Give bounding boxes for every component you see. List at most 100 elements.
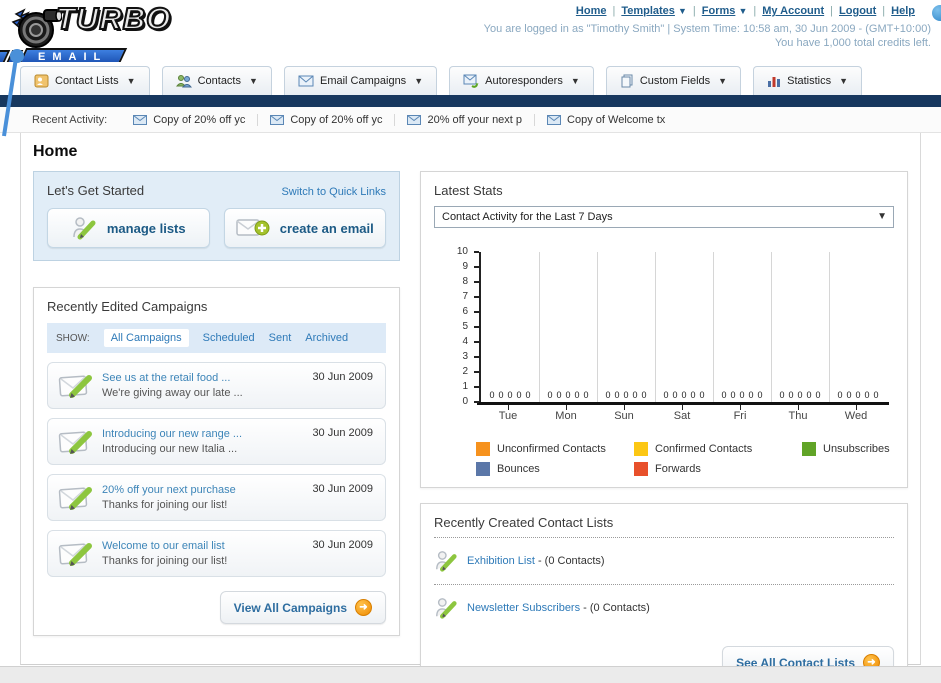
campaign-card[interactable]: 20% off your next purchase Thanks for jo…: [47, 474, 386, 521]
chart-value-label: 0: [498, 390, 504, 400]
login-info: You are logged in as "Timothy Smith" | S…: [484, 22, 931, 50]
tab-autoresponders[interactable]: Autoresponders ▼: [449, 66, 594, 95]
chart-value-label: 0: [641, 390, 647, 400]
campaign-title-link[interactable]: 20% off your next purchase: [102, 483, 236, 498]
campaign-card[interactable]: Welcome to our email list Thanks for joi…: [47, 530, 386, 577]
tab-email-campaigns[interactable]: Email Campaigns ▼: [283, 66, 438, 95]
chart-y-tick-label: 7: [462, 291, 468, 302]
legend-item: Unconfirmed Contacts: [476, 442, 634, 456]
chart-legend: Unconfirmed Contacts Confirmed Contacts Un…: [476, 442, 894, 476]
person-pencil-icon: [436, 598, 457, 619]
tab-contacts[interactable]: Contacts ▼: [161, 66, 272, 95]
chart-value-label: 0: [837, 390, 843, 400]
filter-all-campaigns[interactable]: All Campaigns: [103, 329, 189, 347]
contact-list-link[interactable]: Newsletter Subscribers: [467, 602, 580, 614]
view-all-campaigns-button[interactable]: View All Campaigns ➜: [219, 591, 386, 624]
manage-lists-label: manage lists: [106, 220, 186, 236]
chart-y-tick-mark: [474, 341, 479, 343]
campaign-title-link[interactable]: See us at the retail food ...: [102, 371, 243, 386]
nav-separator: |: [612, 5, 616, 17]
manage-lists-button[interactable]: manage lists: [47, 208, 210, 248]
chart-x-tick-mark: [566, 405, 567, 410]
legend-label: Unconfirmed Contacts: [497, 443, 606, 455]
chart-plot-area: 00000000000000000000000000000000000: [479, 252, 885, 402]
arrow-right-icon: ➜: [355, 599, 372, 616]
tab-label: Autoresponders: [485, 75, 563, 87]
help-bubble-icon[interactable]: [932, 5, 941, 21]
chart-value-group: 00000: [771, 390, 829, 400]
chart-x-tick-mark: [740, 405, 741, 410]
legend-swatch: [476, 462, 490, 476]
recent-activity-item[interactable]: 20% off your next p: [395, 113, 536, 126]
chart-y-tick-mark: [474, 401, 479, 403]
chart-gridline: [829, 252, 830, 402]
envelope-plus-icon: [236, 219, 270, 236]
stats-period-select[interactable]: Contact Activity for the Last 7 Days ▼: [434, 206, 894, 228]
legend-label: Bounces: [497, 463, 540, 475]
recent-activity-text: 20% off your next p: [427, 113, 523, 126]
nav-forms-link[interactable]: Forms: [702, 5, 736, 17]
switch-quick-links[interactable]: Switch to Quick Links: [281, 186, 386, 198]
campaign-subtitle: Thanks for joining our list!: [102, 498, 228, 511]
chart-value-label: 0: [748, 390, 754, 400]
chart-value-label: 0: [806, 390, 812, 400]
campaign-title-link[interactable]: Welcome to our email list: [102, 539, 227, 554]
nav-templates-link[interactable]: Templates: [621, 5, 675, 17]
chevron-down-icon: ▼: [249, 76, 258, 86]
tab-statistics[interactable]: Statistics ▼: [753, 66, 863, 95]
nav-help-link[interactable]: Help: [891, 5, 915, 17]
chart-value-label: 0: [864, 390, 870, 400]
filter-scheduled[interactable]: Scheduled: [203, 332, 255, 344]
chart-y-tick-mark: [474, 386, 479, 388]
chart-gridline: [655, 252, 656, 402]
chart-x-axis-label: Thu: [788, 410, 808, 422]
campaigns-filter-bar: SHOW: All Campaigns Scheduled Sent Archi…: [47, 323, 386, 353]
campaign-card[interactable]: See us at the retail food ... We're givi…: [47, 362, 386, 409]
page-title: Home: [33, 143, 78, 160]
campaign-date: 30 Jun 2009: [312, 539, 373, 551]
chart-value-label: 0: [797, 390, 803, 400]
create-email-label: create an email: [279, 220, 374, 236]
nav-logout-link[interactable]: Logout: [839, 5, 876, 17]
recent-activity-item[interactable]: Copy of 20% off yc: [258, 113, 396, 126]
envelope-pencil-icon: [58, 374, 92, 398]
chart-value-label: 0: [757, 390, 763, 400]
recent-activity-item[interactable]: Copy of Welcome tx: [535, 114, 677, 126]
contact-list-link[interactable]: Exhibition List: [467, 555, 535, 567]
contact-list-item[interactable]: Newsletter Subscribers - (0 Contacts): [434, 592, 894, 624]
chart-y-tick-label: 0: [462, 396, 468, 407]
campaign-card[interactable]: Introducing our new range ... Introducin…: [47, 418, 386, 465]
envelope-icon: [298, 75, 314, 87]
legend-label: Confirmed Contacts: [655, 443, 753, 455]
recent-activity-text: Copy of Welcome tx: [567, 113, 666, 126]
tab-contact-lists[interactable]: Contact Lists ▼: [20, 66, 150, 95]
filter-sent[interactable]: Sent: [269, 332, 292, 344]
legend-item: Bounces: [476, 462, 634, 476]
nav-my-account-link[interactable]: My Account: [762, 5, 824, 17]
envelope-icon: [547, 114, 562, 125]
view-all-campaigns-label: View All Campaigns: [233, 600, 347, 615]
nav-home-link[interactable]: Home: [576, 5, 607, 17]
dotted-divider: [434, 584, 894, 585]
recent-activity-item[interactable]: Copy of 20% off yc: [121, 113, 259, 126]
chart-y-tick-label: 8: [462, 276, 468, 287]
chevron-down-icon: ▼: [570, 76, 580, 86]
recent-activity-bar: Recent Activity: Copy of 20% off yc Copy…: [0, 107, 941, 133]
filter-archived[interactable]: Archived: [305, 332, 348, 344]
campaign-title-link[interactable]: Introducing our new range ...: [102, 427, 242, 442]
contact-list-item[interactable]: Exhibition List - (0 Contacts): [434, 545, 894, 577]
legend-label: Forwards: [655, 463, 701, 475]
chevron-down-icon: ▼: [677, 6, 687, 16]
chart-y-tick-mark: [474, 281, 479, 283]
chart-x-axis-label: Wed: [844, 410, 868, 422]
top-navigation: Home | Templates ▼ | Forms ▼ | My Account | Logo…: [576, 5, 915, 17]
chart-value-group: 00000: [481, 390, 539, 400]
chart-value-label: 0: [663, 390, 669, 400]
tab-custom-fields[interactable]: Custom Fields ▼: [605, 66, 742, 95]
chart-x-axis-label: Fri: [733, 410, 747, 422]
chart-x-tick-mark: [798, 405, 799, 410]
legend-swatch: [634, 462, 648, 476]
create-email-button[interactable]: create an email: [223, 208, 386, 248]
chart-gridline: [539, 252, 540, 402]
get-started-title: Let's Get Started: [47, 183, 145, 198]
